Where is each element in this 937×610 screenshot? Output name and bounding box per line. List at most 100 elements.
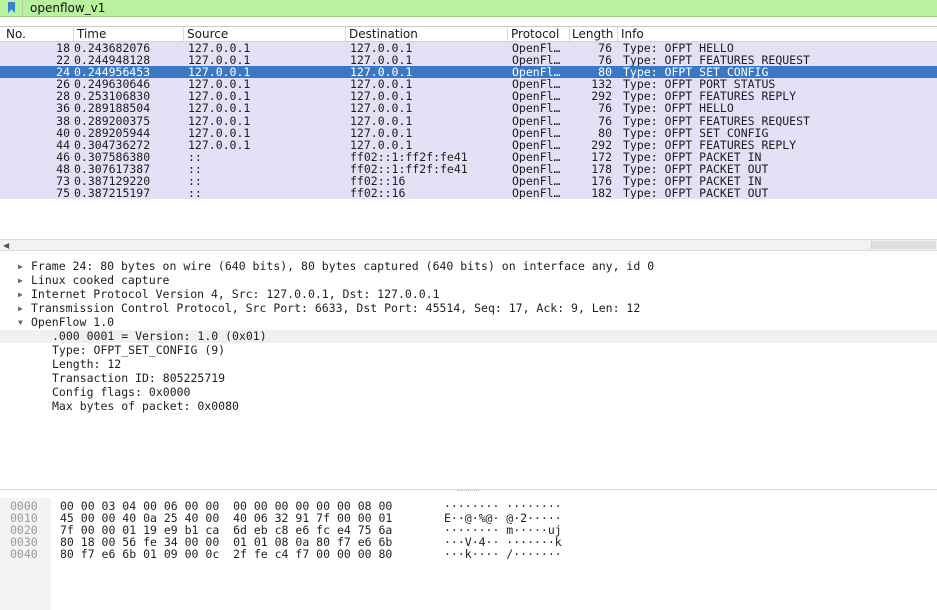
packet-row[interactable]: 75 0.387215197:: ff02::16 OpenFl… 182 Type: O… (0, 187, 937, 200)
byte-ascii: ···k···· /······· (444, 547, 562, 561)
packet-cell-no: 24 (56, 66, 70, 79)
packet-cell-no: 44 (56, 138, 70, 151)
packet-cell-len: 292 (591, 90, 612, 103)
packet-cell-dst: 127.0.0.1 (350, 138, 413, 151)
packet-cell-info: Type: OFPT_FEATURES_REQUEST (623, 54, 810, 67)
horizontal-scrollbar[interactable]: ◀ (0, 239, 937, 251)
packet-cell-src: :: (188, 187, 202, 200)
packet-cell-time: 0.289205944 (74, 126, 151, 139)
packet-bytes-pane[interactable]: 0000 00 00 03 04 00 06 00 00 00 00 00 00 … (0, 498, 937, 610)
filter-bookmark-button[interactable] (0, 0, 23, 16)
packet-list-header: No. Time Source Destination Protocol Len… (0, 27, 937, 42)
packet-cell-len: 76 (598, 42, 612, 54)
packet-cell-len: 172 (591, 150, 612, 163)
packet-row[interactable]: 36 0.289188504 127.0.0.1 127.0.0.1 OpenFl… 76… (0, 102, 937, 115)
packet-cell-proto: OpenFl… (512, 126, 561, 139)
packet-cell-src: 127.0.0.1 (188, 138, 251, 151)
packet-cell-proto: OpenFl… (512, 78, 561, 91)
packet-row[interactable]: 46 0.307586380:: ff02::1:ff2f:fe41 OpenFl… 1… (0, 150, 937, 163)
packet-cell-proto: OpenFl… (512, 90, 561, 103)
packet-cell-src: 127.0.0.1 (188, 66, 251, 79)
packet-cell-time: 0.307617387 (74, 162, 151, 175)
packet-cell-dst: ff02::1:ff2f:fe41 (350, 162, 468, 175)
packet-cell-no: 36 (56, 102, 70, 115)
packet-cell-src: 127.0.0.1 (188, 42, 251, 54)
packet-row[interactable]: 40 0.289205944 127.0.0.1 127.0.0.1 OpenFl… 80… (0, 126, 937, 139)
packet-list[interactable]: No. Time Source Destination Protocol Len… (0, 26, 937, 255)
packet-cell-no: 46 (56, 150, 70, 163)
detail-field-text: Type: OFPT_SET_CONFIG (9) (52, 343, 226, 357)
packet-row[interactable]: 44 0.304736272 127.0.0.1 127.0.0.1 OpenFl… 29… (0, 138, 937, 151)
collapse-arrow-icon[interactable]: ▼ (18, 316, 28, 329)
packet-cell-no: 28 (56, 90, 70, 103)
expand-arrow-icon[interactable]: ▶ (18, 302, 28, 315)
packet-cell-time: 0.387215197 (74, 187, 151, 200)
detail-field-text: Transaction ID: 805225719 (52, 371, 226, 385)
scroll-left-arrow-icon[interactable]: ◀ (3, 241, 9, 250)
packet-cell-time: 0.307586380 (74, 150, 151, 163)
column-header-no[interactable]: No. (0, 27, 74, 41)
packet-cell-info: Type: OFPT_SET_CONFIG (623, 126, 769, 139)
packet-cell-src: :: (188, 162, 202, 175)
packet-cell-info: Type: OFPT_PACKET_OUT (623, 162, 769, 175)
packet-row[interactable]: 38 0.289200375 127.0.0.1 127.0.0.1 OpenFl… 76… (0, 114, 937, 127)
column-header-length[interactable]: Length (570, 27, 618, 41)
packet-cell-dst: 127.0.0.1 (350, 42, 413, 54)
packet-cell-info: Type: OFPT_PACKET_IN (623, 150, 762, 163)
packet-cell-time: 0.304736272 (74, 138, 151, 151)
expand-arrow-icon[interactable]: ▶ (18, 260, 28, 273)
packet-cell-info: Type: OFPT_FEATURES_REPLY (623, 90, 797, 103)
packet-details-pane[interactable]: ▶ Frame 24: 80 bytes on wire (640 bits),… (0, 258, 937, 488)
packet-cell-time: 0.249630646 (74, 78, 151, 91)
scrollbar-thumb[interactable] (871, 241, 936, 249)
splitter-grip[interactable] (457, 490, 479, 492)
packet-cell-dst: ff02::1:ff2f:fe41 (350, 150, 468, 163)
packet-rows: 18 0.243682076 127.0.0.1 127.0.0.1 OpenFl… 76… (0, 42, 937, 200)
packet-cell-info: Type: OFPT_FEATURES_REQUEST (623, 114, 810, 127)
packet-cell-len: 76 (598, 102, 612, 115)
packet-cell-info: Type: OFPT_PACKET_IN (623, 175, 762, 188)
packet-cell-len: 76 (598, 114, 612, 127)
byte-hex: 80 f7 e6 6b 01 09 00 0c 2f fe c4 f7 00 0… (60, 547, 393, 561)
packet-cell-len: 182 (591, 187, 612, 200)
packet-row[interactable]: 73 0.387129220:: ff02::16 OpenFl… 176 Type: O… (0, 175, 937, 188)
column-header-protocol[interactable]: Protocol (508, 27, 570, 41)
packet-cell-info: Type: OFPT_FEATURES_REPLY (623, 138, 797, 151)
packet-cell-len: 80 (598, 126, 612, 139)
packet-cell-dst: 127.0.0.1 (350, 66, 413, 79)
packet-cell-proto: OpenFl… (512, 66, 561, 79)
packet-cell-proto: OpenFl… (512, 175, 561, 188)
detail-field[interactable]: .000 0001 = Version: 1.0 (0x01) (0, 330, 937, 343)
packet-cell-len: 176 (591, 175, 612, 188)
packet-cell-dst: 127.0.0.1 (350, 114, 413, 127)
packet-cell-no: 18 (56, 42, 70, 54)
packet-cell-src: :: (188, 150, 202, 163)
detail-field-text: .000 0001 = Version: 1.0 (0x01) (52, 329, 267, 343)
packet-cell-src: 127.0.0.1 (188, 54, 251, 67)
packet-row[interactable]: 26 0.249630646 127.0.0.1 127.0.0.1 OpenFl… 13… (0, 78, 937, 91)
packet-cell-no: 26 (56, 78, 70, 91)
bookmark-icon (8, 2, 15, 13)
packet-row[interactable]: 28 0.253106830 127.0.0.1 127.0.0.1 OpenFl… 29… (0, 90, 937, 103)
expand-arrow-icon[interactable]: ▶ (18, 274, 28, 287)
packet-row[interactable]: 48 0.307617387:: ff02::1:ff2f:fe41 OpenFl… 1… (0, 162, 937, 176)
packet-cell-proto: OpenFl… (512, 54, 561, 67)
column-header-source[interactable]: Source (184, 27, 346, 41)
packet-cell-len: 292 (591, 138, 612, 151)
column-header-time[interactable]: Time (74, 27, 184, 41)
packet-row[interactable]: 24 0.244956453 127.0.0.1 127.0.0.1 OpenFl… 80… (0, 66, 937, 79)
expand-arrow-icon[interactable]: ▶ (18, 288, 28, 301)
column-header-destination[interactable]: Destination (346, 27, 508, 41)
packet-cell-no: 48 (56, 162, 70, 175)
packet-row[interactable]: 18 0.243682076 127.0.0.1 127.0.0.1 OpenFl… 76… (0, 42, 937, 55)
column-header-info[interactable]: Info (618, 27, 937, 41)
detail-tcp-text: Transmission Control Protocol, Src Port:… (31, 301, 641, 315)
display-filter-bar[interactable]: openflow_v1 (0, 0, 937, 17)
packet-cell-time: 0.253106830 (74, 90, 151, 103)
packet-cell-time: 0.289188504 (74, 102, 151, 115)
packet-cell-dst: 127.0.0.1 (350, 54, 413, 67)
packet-row[interactable]: 22 0.244948128 127.0.0.1 127.0.0.1 OpenFl… 76… (0, 54, 937, 67)
packet-cell-src: 127.0.0.1 (188, 126, 251, 139)
packet-cell-dst: 127.0.0.1 (350, 102, 413, 115)
display-filter-input[interactable]: openflow_v1 (30, 0, 105, 16)
